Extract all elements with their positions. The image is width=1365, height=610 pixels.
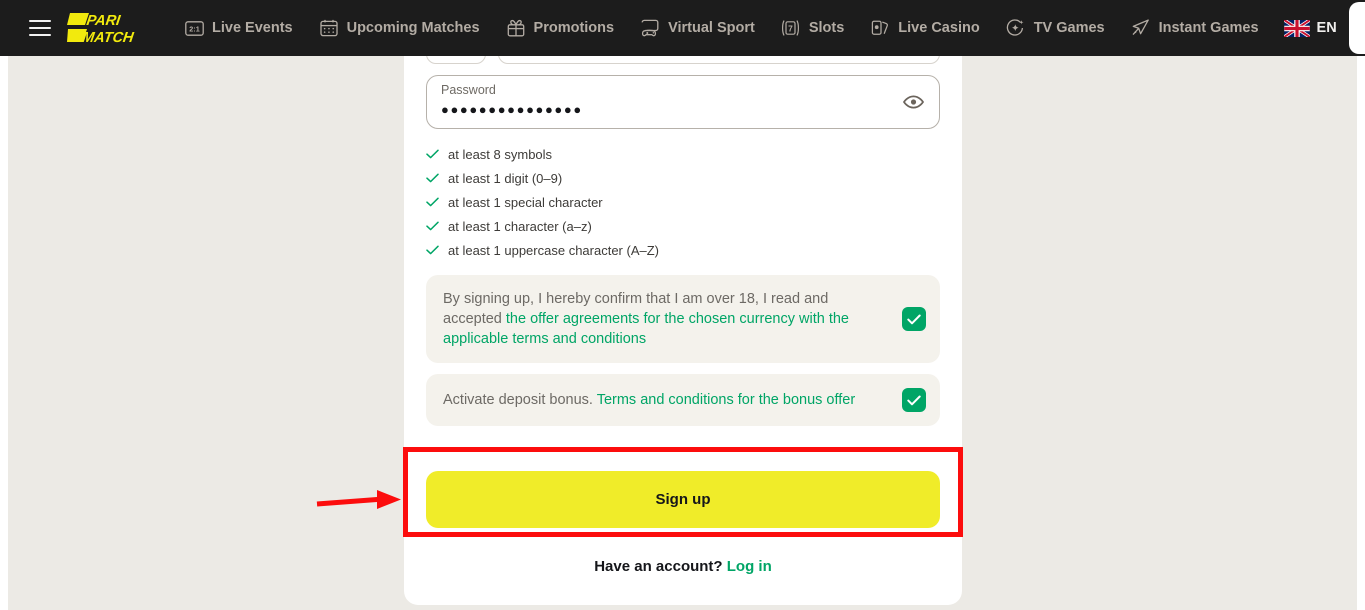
header-right-controls: EN Log in: [1272, 2, 1365, 54]
calendar-icon: [319, 18, 339, 38]
password-rule-label: at least 1 special character: [448, 194, 603, 210]
nav-item-instant-games[interactable]: Instant Games: [1118, 0, 1272, 56]
nav-item-live-events[interactable]: 2:1 Live Events: [171, 0, 306, 56]
language-selector[interactable]: EN: [1272, 19, 1349, 37]
password-rule-label: at least 1 character (a–z): [448, 218, 592, 234]
password-field[interactable]: Password ●●●●●●●●●●●●●●●: [426, 75, 940, 129]
sign-up-button[interactable]: Sign up: [426, 471, 940, 528]
check-icon: [426, 221, 439, 231]
parimatch-logo[interactable]: PARI MATCH: [67, 11, 151, 46]
gift-icon: [506, 18, 526, 38]
deposit-bonus-row: Activate deposit bonus. Terms and condit…: [426, 374, 940, 426]
check-icon: [426, 197, 439, 207]
consent-checkbox[interactable]: [902, 307, 926, 331]
slot-machine-seven-icon: 7: [781, 18, 801, 38]
password-rule: at least 1 uppercase character (A–Z): [426, 238, 940, 262]
site-header: PARI MATCH 2:1 Live Events Upcoming Matc…: [0, 0, 1365, 56]
password-rule: at least 1 special character: [426, 190, 940, 214]
login-button[interactable]: Log in: [1348, 2, 1365, 54]
password-rules-list: at least 8 symbols at least 1 digit (0–9…: [426, 142, 940, 262]
nav-item-promotions[interactable]: Promotions: [493, 0, 628, 56]
nav-label: TV Games: [1033, 19, 1105, 36]
checkbox-check-icon: [907, 314, 921, 324]
gamepad-screen-icon: [640, 18, 660, 38]
nav-item-virtual-sport[interactable]: Virtual Sport: [627, 0, 768, 56]
hamburger-menu-icon[interactable]: [29, 20, 51, 36]
password-rule-label: at least 1 uppercase character (A–Z): [448, 242, 659, 258]
rocket-icon: [1131, 18, 1151, 38]
check-icon: [426, 245, 439, 255]
svg-text:PARI: PARI: [85, 13, 122, 29]
page-background-right-edge: [1357, 56, 1365, 610]
scoreboard-icon: 2:1: [184, 18, 204, 38]
language-code: EN: [1316, 20, 1337, 36]
nav-label: Live Casino: [898, 19, 980, 36]
nav-label: Slots: [808, 19, 845, 36]
bonus-plain-text: Activate deposit bonus.: [443, 392, 597, 408]
have-account-row: Have an account? Log in: [426, 542, 940, 605]
password-label: Password: [441, 83, 496, 97]
svg-text:MATCH: MATCH: [81, 30, 135, 45]
logo-svg: PARI MATCH: [67, 13, 135, 46]
uk-flag-icon: [1283, 19, 1310, 37]
check-icon: [426, 149, 439, 159]
nav-item-tv-games[interactable]: TV Games: [993, 0, 1118, 56]
password-rule: at least 1 character (a–z): [426, 214, 940, 238]
check-icon: [426, 173, 439, 183]
nav-item-upcoming-matches[interactable]: Upcoming Matches: [306, 0, 493, 56]
password-rule-label: at least 8 symbols: [448, 146, 553, 162]
nav-label: Virtual Sport: [668, 19, 755, 36]
bonus-text: Activate deposit bonus. Terms and condit…: [443, 390, 888, 410]
bonus-checkbox[interactable]: [902, 388, 926, 412]
signup-card: Password ●●●●●●●●●●●●●●● at least 8 symb…: [404, 0, 962, 605]
password-rule-label: at least 1 digit (0–9): [448, 170, 563, 186]
nav-label: Promotions: [533, 19, 615, 36]
screen: PARI MATCH 2:1 Live Events Upcoming Matc…: [0, 0, 1365, 610]
checkbox-check-icon: [907, 395, 921, 405]
nav-item-live-casino[interactable]: Live Casino: [857, 0, 992, 56]
playing-cards-icon: [870, 18, 890, 38]
password-rule: at least 1 digit (0–9): [426, 166, 940, 190]
have-account-text: Have an account?: [594, 558, 727, 575]
nav-label: Upcoming Matches: [346, 19, 480, 36]
consent-text: By signing up, I hereby confirm that I a…: [443, 289, 888, 349]
nav-label: Live Events: [212, 19, 293, 36]
password-value: ●●●●●●●●●●●●●●●: [441, 101, 583, 117]
nav-label: Instant Games: [1158, 19, 1259, 36]
signup-button-wrapper: Sign up: [426, 455, 940, 542]
eye-icon[interactable]: [901, 90, 925, 114]
bonus-terms-link[interactable]: Terms and conditions for the bonus offer: [597, 392, 855, 408]
main-navigation: 2:1 Live Events Upcoming Matches Promoti…: [171, 0, 1272, 56]
password-rule: at least 8 symbols: [426, 142, 940, 166]
age-and-terms-consent-row: By signing up, I hereby confirm that I a…: [426, 275, 940, 363]
svg-text:2:1: 2:1: [189, 24, 199, 33]
sparkle-circle-icon: [1006, 18, 1026, 38]
login-link[interactable]: Log in: [727, 558, 772, 575]
svg-text:7: 7: [789, 23, 794, 33]
nav-item-slots[interactable]: 7 Slots: [768, 0, 857, 56]
uk-flag-svg: [1283, 19, 1310, 37]
